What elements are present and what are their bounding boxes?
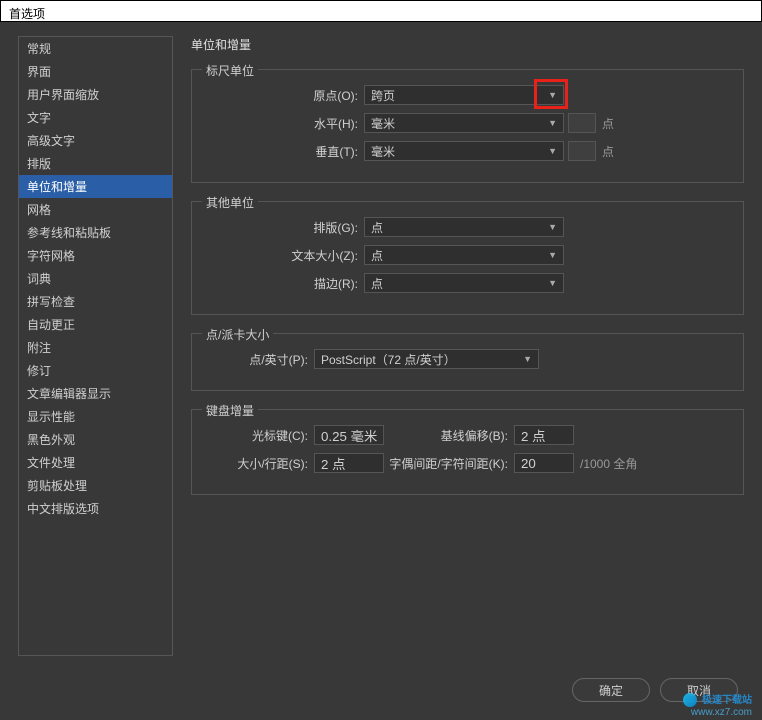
sidebar-item-9[interactable]: 字符网格 [19,244,172,267]
panel-title: 单位和增量 [191,36,744,61]
sidebar-item-13[interactable]: 附注 [19,336,172,359]
sidebar-item-0[interactable]: 常规 [19,37,172,60]
kerning-input[interactable] [514,453,574,473]
sidebar-item-14[interactable]: 修订 [19,359,172,382]
origin-value: 跨页 [371,87,395,104]
vertical-label: 垂直(T): [204,143,364,160]
layout-label: 排版(G): [204,219,364,236]
group-pica-legend: 点/派卡大小 [202,326,273,343]
pica-select[interactable]: PostScript（72 点/英寸） ▼ [314,349,539,369]
origin-select[interactable]: 跨页 ▼ [364,85,564,105]
pica-label: 点/英寸(P): [204,351,314,368]
baseline-label: 基线偏移(B): [384,427,514,444]
vertical-value: 毫米 [371,143,395,160]
sidebar-item-4[interactable]: 高级文字 [19,129,172,152]
size-leading-label: 大小/行距(S): [204,455,314,472]
sidebar-item-19[interactable]: 剪贴板处理 [19,474,172,497]
chevron-down-icon: ▼ [548,278,557,288]
sidebar-item-7[interactable]: 网格 [19,198,172,221]
chevron-down-icon: ▼ [548,146,557,156]
horizontal-value: 毫米 [371,115,395,132]
layout-select[interactable]: 点 ▼ [364,217,564,237]
kerning-suffix: /1000 全角 [580,455,637,472]
horizontal-label: 水平(H): [204,115,364,132]
textsize-label: 文本大小(Z): [204,247,364,264]
vertical-unit: 点 [602,143,614,160]
group-keyboard-legend: 键盘增量 [202,402,258,419]
stroke-value: 点 [371,275,383,292]
sidebar-item-2[interactable]: 用户界面缩放 [19,83,172,106]
layout-value: 点 [371,219,383,236]
window-title: 首选项 [9,7,45,21]
stroke-select[interactable]: 点 ▼ [364,273,564,293]
chevron-down-icon: ▼ [548,222,557,232]
cursor-key-input[interactable] [314,425,384,445]
chevron-down-icon: ▼ [523,354,532,364]
group-ruler-units: 标尺单位 原点(O): 跨页 ▼ 水平(H): 毫米 ▼ 点 垂直(T): [191,69,744,183]
sidebar-item-20[interactable]: 中文排版选项 [19,497,172,520]
group-ruler-legend: 标尺单位 [202,62,258,79]
sidebar-item-3[interactable]: 文字 [19,106,172,129]
baseline-input[interactable] [514,425,574,445]
window-titlebar: 首选项 [0,0,762,22]
chevron-down-icon: ▼ [548,250,557,260]
cancel-button[interactable]: 取消 [660,678,738,702]
sidebar-item-17[interactable]: 黑色外观 [19,428,172,451]
size-leading-input[interactable] [314,453,384,473]
textsize-select[interactable]: 点 ▼ [364,245,564,265]
pica-value: PostScript（72 点/英寸） [321,351,456,368]
group-other-units: 其他单位 排版(G): 点 ▼ 文本大小(Z): 点 ▼ 描边(R): 点 [191,201,744,315]
group-other-legend: 其他单位 [202,194,258,211]
sidebar-item-8[interactable]: 参考线和粘贴板 [19,221,172,244]
vertical-select[interactable]: 毫米 ▼ [364,141,564,161]
sidebar-item-5[interactable]: 排版 [19,152,172,175]
sidebar-item-12[interactable]: 自动更正 [19,313,172,336]
dialog-footer: 确定 取消 [572,678,738,702]
chevron-down-icon: ▼ [548,90,557,100]
ok-button[interactable]: 确定 [572,678,650,702]
sidebar-item-15[interactable]: 文章编辑器显示 [19,382,172,405]
vertical-extra-input[interactable] [568,141,596,161]
sidebar-item-18[interactable]: 文件处理 [19,451,172,474]
chevron-down-icon: ▼ [548,118,557,128]
sidebar-item-11[interactable]: 拼写检查 [19,290,172,313]
textsize-value: 点 [371,247,383,264]
sidebar-item-16[interactable]: 显示性能 [19,405,172,428]
group-keyboard-increments: 键盘增量 光标键(C): 基线偏移(B): 大小/行距(S): 字偶间距/字符间… [191,409,744,495]
stroke-label: 描边(R): [204,275,364,292]
sidebar-item-10[interactable]: 词典 [19,267,172,290]
origin-label: 原点(O): [204,87,364,104]
cursor-key-label: 光标键(C): [204,427,314,444]
sidebar-item-6[interactable]: 单位和增量 [19,175,172,198]
kerning-label: 字偶间距/字符间距(K): [384,455,514,472]
sidebar-item-1[interactable]: 界面 [19,60,172,83]
horizontal-select[interactable]: 毫米 ▼ [364,113,564,133]
horizontal-extra-input[interactable] [568,113,596,133]
preferences-sidebar: 常规界面用户界面缩放文字高级文字排版单位和增量网格参考线和粘贴板字符网格词典拼写… [18,36,173,656]
horizontal-unit: 点 [602,115,614,132]
group-pica: 点/派卡大小 点/英寸(P): PostScript（72 点/英寸） ▼ [191,333,744,391]
panel-units-increments: 单位和增量 标尺单位 原点(O): 跨页 ▼ 水平(H): 毫米 ▼ 点 [173,36,744,656]
